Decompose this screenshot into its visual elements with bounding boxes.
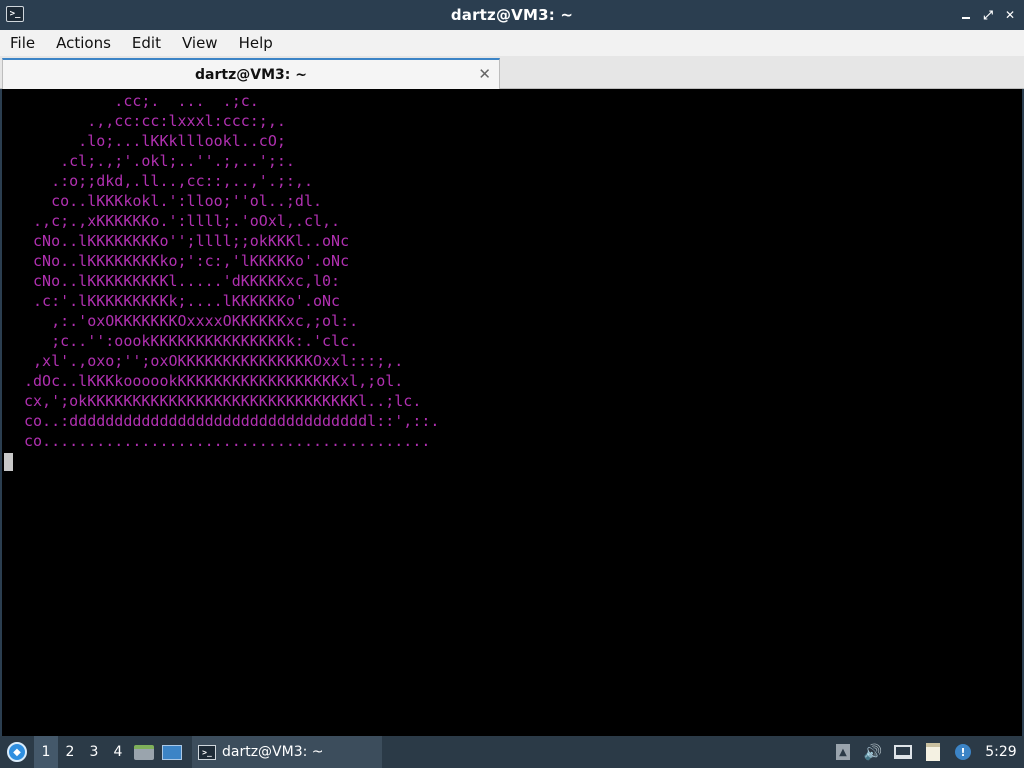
terminal-line: .lo;...lKKklllookl..cO; [24, 132, 286, 150]
terminal-app-icon[interactable]: >_ [6, 6, 24, 22]
menu-edit[interactable]: Edit [126, 34, 167, 52]
menu-view[interactable]: View [176, 34, 224, 52]
workspace-1[interactable]: 1 [34, 736, 58, 768]
network-button[interactable] [888, 736, 918, 768]
terminal-icon: >_ [198, 744, 216, 760]
taskbar: ◆ 1 2 3 4 >_ dartz@VM3: ~ ▲ 🔊 ! 5:29 [0, 736, 1024, 768]
window-titlebar[interactable]: >_ dartz@VM3: ~ ⤢ ✕ [0, 0, 1024, 30]
minimize-icon [962, 17, 970, 19]
menu-bar: File Actions Edit View Help [0, 30, 1024, 56]
terminal-line: .dOc..lKKKkoooookKKKKKKKKKKKKKKKKKKxl,;o… [24, 372, 404, 390]
clipboard-icon [926, 743, 940, 761]
desktop-icon [162, 744, 182, 760]
terminal-line: .c:'.lKKKKKKKKKk;....lKKKKKKo'.oNc [24, 292, 341, 310]
clipboard-button[interactable] [918, 736, 948, 768]
close-button[interactable]: ✕ [1004, 9, 1016, 21]
terminal-line: ;c..'':oookKKKKKKKKKKKKKKKk:.'clc. [24, 332, 359, 350]
taskbar-window-terminal[interactable]: >_ dartz@VM3: ~ [192, 736, 382, 768]
terminal-line: co......................................… [24, 432, 431, 450]
window-controls: ⤢ ✕ [960, 0, 1016, 30]
clock[interactable]: 5:29 [978, 736, 1024, 768]
maximize-icon: ⤢ [983, 8, 993, 22]
terminal-view[interactable]: .cc;. ... .;c. .,,cc:cc:lxxxl:ccc:;,. .l… [0, 89, 1024, 736]
terminal-line: cx,';okKKKKKKKKKKKKKKKKKKKKKKKKKKKKKKl..… [24, 392, 422, 410]
terminal-line: .:o;;dkd,.ll..,cc::,..,'.;:,. [24, 172, 313, 190]
close-icon: ✕ [1004, 8, 1016, 22]
minimize-button[interactable] [960, 9, 972, 21]
menu-help[interactable]: Help [233, 34, 279, 52]
tab-label: dartz@VM3: ~ [195, 66, 307, 83]
volume-button[interactable]: 🔊 [858, 736, 888, 768]
window-title: dartz@VM3: ~ [450, 6, 574, 24]
terminal-line: cNo..lKKKKKKKKko;':c:,'lKKKKKo'.oNc [24, 252, 350, 270]
task-label: dartz@VM3: ~ [222, 744, 324, 760]
menu-actions[interactable]: Actions [50, 34, 117, 52]
workspace-4[interactable]: 4 [106, 736, 130, 768]
workspace-3[interactable]: 3 [82, 736, 106, 768]
terminal-line: co..lKKKkokl.':lloo;''ol..;dl. [24, 192, 323, 210]
network-icon [894, 745, 912, 759]
terminal-line: .cl;.,;'.okl;..''.;,..';:. [24, 152, 295, 170]
notification-icon: ! [955, 744, 971, 760]
terminal-cursor [4, 453, 13, 471]
maximize-button[interactable]: ⤢ [982, 9, 994, 21]
terminal-line: ,xl'.,oxo;'';oxOKKKKKKKKKKKKKKKOxxl:::;,… [24, 352, 404, 370]
show-desktop-button[interactable] [158, 736, 186, 768]
file-manager-icon [134, 744, 154, 760]
workspace-2[interactable]: 2 [58, 736, 82, 768]
terminal-line: cNo..lKKKKKKKKo'';llll;;okKKKl..oNc [24, 232, 350, 250]
system-tray: ▲ 🔊 ! 5:29 [828, 736, 1024, 768]
volume-icon: 🔊 [863, 743, 883, 761]
terminal-line: .cc;. ... .;c. [24, 92, 259, 110]
lxqt-logo-icon: ◆ [7, 742, 27, 762]
file-manager-launcher[interactable] [130, 736, 158, 768]
tab-close-icon[interactable]: ✕ [478, 65, 491, 83]
tab-bar: dartz@VM3: ~ ✕ [0, 56, 1024, 89]
terminal-line: ,:.'oxOKKKKKKKOxxxxOKKKKKKxc,;ol:. [24, 312, 359, 330]
terminal-line: .,,cc:cc:lxxxl:ccc:;,. [24, 112, 286, 130]
tray-expand-button[interactable]: ▲ [828, 736, 858, 768]
menu-file[interactable]: File [4, 34, 41, 52]
notifications-button[interactable]: ! [948, 736, 978, 768]
terminal-line: cNo..lKKKKKKKKKl.....'dKKKKKxc,l0: [24, 272, 341, 290]
terminal-line: .,c;.,xKKKKKKo.':llll;.'oOxl,.cl,. [24, 212, 341, 230]
up-arrow-icon: ▲ [836, 744, 850, 760]
terminal-line: co..:dddddddddddddddddddddddddddddddddl:… [24, 412, 440, 430]
terminal-output: .cc;. ... .;c. .,,cc:cc:lxxxl:ccc:;,. .l… [24, 91, 439, 451]
start-menu-button[interactable]: ◆ [0, 736, 34, 768]
tab-terminal[interactable]: dartz@VM3: ~ ✕ [2, 58, 500, 89]
